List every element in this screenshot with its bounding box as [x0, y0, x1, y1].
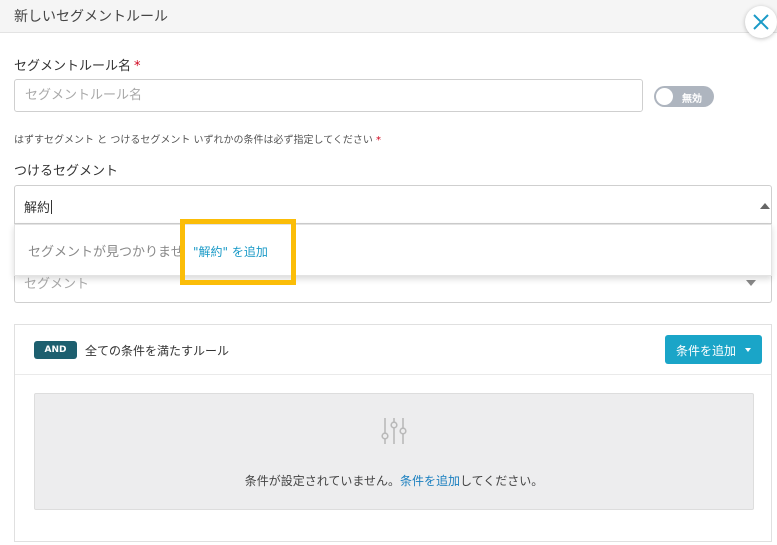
requirement-hint: はずすセグメント と つけるセグメント いずれかの条件は必ず指定してください *: [14, 135, 381, 146]
enable-toggle[interactable]: 無効: [654, 86, 714, 107]
rule-name-input[interactable]: [14, 79, 643, 112]
dropdown-empty-message: セグメントが見つかりません: [28, 245, 197, 260]
chevron-up-icon[interactable]: [760, 203, 770, 209]
and-badge: AND: [34, 341, 77, 359]
close-button[interactable]: [745, 6, 777, 38]
attach-segment-select[interactable]: 解約: [14, 185, 772, 224]
attach-segment-label: つけるセグメント: [14, 164, 119, 179]
add-condition-button[interactable]: 条件を追加: [665, 335, 762, 364]
hint-required-mark: *: [375, 135, 381, 146]
dialog-header: 新しいセグメントルール: [0, 0, 777, 33]
rule-name-label: セグメントルール名 *: [14, 59, 141, 74]
segment-dropdown: セグメントが見つかりません "解約" を追加: [14, 224, 772, 276]
required-mark: *: [134, 59, 141, 74]
add-condition-label: 条件を追加: [676, 344, 737, 358]
add-segment-option[interactable]: "解約" を追加: [185, 225, 295, 275]
caret-down-icon: [745, 348, 751, 352]
sliders-icon: [381, 418, 407, 444]
chevron-down-icon[interactable]: [746, 280, 756, 286]
rule-panel-title: 全ての条件を満たすルール: [85, 344, 230, 358]
empty-conditions-area: 条件が設定されていません。条件を追加してください。: [34, 393, 754, 510]
close-icon: [753, 14, 769, 30]
text-cursor: [51, 200, 53, 214]
attach-segment-input[interactable]: 解約: [24, 197, 53, 216]
rule-panel-header: AND 全ての条件を満たすルール 条件を追加: [15, 325, 771, 375]
rule-panel: AND 全ての条件を満たすルール 条件を追加 条件が設定されていません。条件を追…: [14, 324, 772, 542]
dialog-title: 新しいセグメントルール: [14, 9, 168, 25]
add-condition-link[interactable]: 条件を追加: [400, 474, 460, 488]
toggle-knob: [656, 88, 673, 105]
empty-conditions-text: 条件が設定されていません。条件を追加してください。: [244, 474, 544, 488]
add-segment-option-label: "解約" を追加: [193, 245, 268, 259]
toggle-label: 無効: [682, 94, 702, 105]
